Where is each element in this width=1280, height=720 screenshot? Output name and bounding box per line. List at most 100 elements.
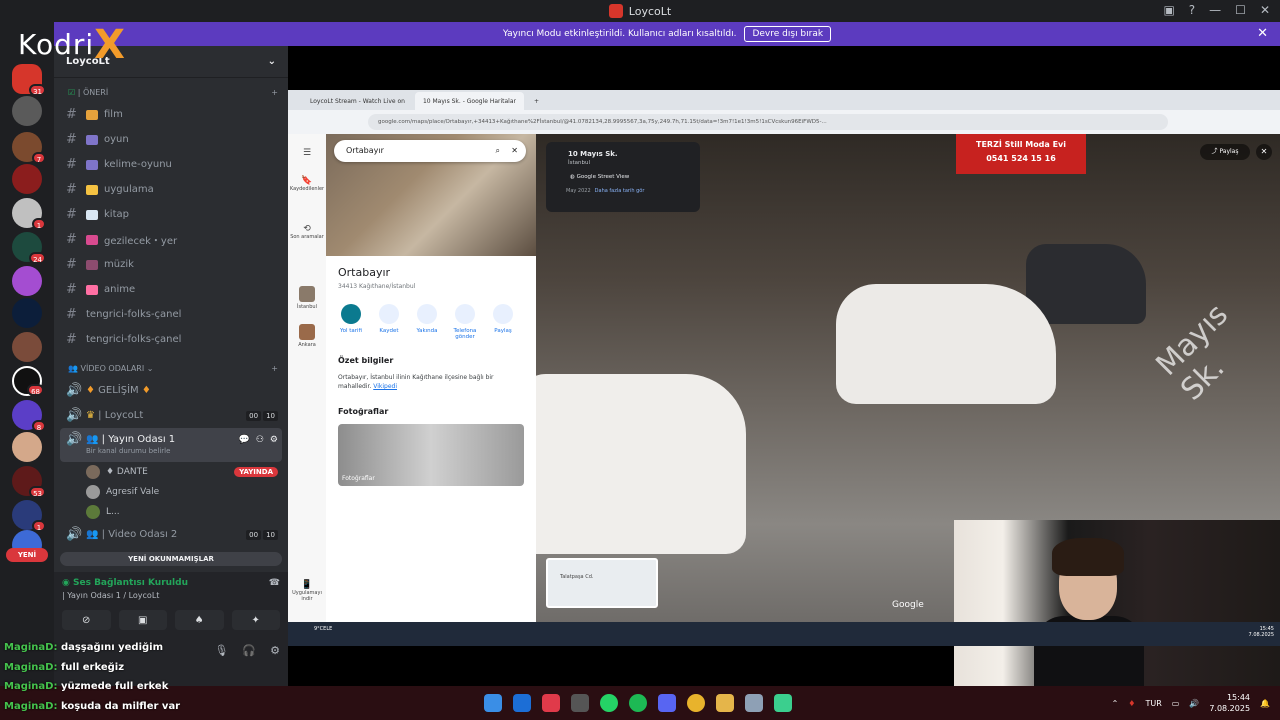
text-channel[interactable]: # oyun [54,127,288,152]
address-bar[interactable]: google.com/maps/place/Ortabayır,+34413+K… [368,114,1168,130]
help-icon[interactable]: ? [1189,3,1195,17]
download-app-item[interactable]: 📱 Uygulamayı indir [288,580,326,602]
volume-icon[interactable]: 🔊 [1189,699,1199,708]
channel-name: tengrici-folks-çanel [86,309,182,320]
network-icon[interactable]: ▭ [1172,699,1180,708]
soundboard-button[interactable]: ✦ [231,610,280,630]
server-icon[interactable] [12,298,42,328]
server-icon[interactable]: 1 [12,500,46,532]
text-channel[interactable]: # tengrici-folks-çanel [54,327,288,352]
maps-action-button[interactable]: Paylaş [488,304,518,340]
voice-channel-yayin-odasi[interactable]: 🔊 👥 | Yayın Odası 1 💬 ⚇ ⚙ Bir kanal duru… [60,428,282,462]
maps-action-button[interactable]: Kaydet [374,304,404,340]
maps-action-button[interactable]: Telefona gönder [450,304,480,340]
new-pill[interactable]: YENİ [6,548,48,562]
channel-status[interactable]: Bir kanal durumu belirle [66,447,282,455]
share-button[interactable]: ⤴ Paylaş [1200,144,1250,160]
new-unreads-bar[interactable]: YENİ OKUNMAMIŞLAR [60,552,282,566]
language-indicator[interactable]: TUR [1145,699,1161,708]
voice-user[interactable]: L... [54,502,288,522]
clear-icon[interactable]: ✕ [511,140,518,162]
browser-tab-active[interactable]: 10 Mayıs Sk. - Google Haritalar [414,92,524,110]
windows-start-icon[interactable] [484,694,502,712]
server-icon[interactable] [12,164,42,194]
photos-thumbnail[interactable]: Fotoğraflar [338,424,524,486]
text-channel[interactable]: # uygulama [54,177,288,202]
voice-channel-gelisim[interactable]: 🔊 ♦ GELİŞİM ♦ [54,378,288,403]
spotify-icon[interactable] [629,694,647,712]
server-icon[interactable] [12,266,42,296]
activity-button[interactable]: ♠ [175,610,224,630]
voice-user[interactable]: Agresif Vale [54,482,288,502]
text-channel[interactable]: # film [54,102,288,127]
tray-app-icon[interactable]: ♦ [1128,699,1135,708]
stream-view[interactable]: LoycoLt Stream - Watch Live on 10 Mayıs … [288,46,1280,710]
server-icon[interactable] [12,332,42,362]
recent-item[interactable]: ⟲ Son aramalar [288,224,326,240]
file-explorer-icon[interactable] [716,694,734,712]
more-dates-link[interactable]: Daha fazla tarih gör [595,188,645,194]
notifications-icon[interactable]: 🔔 [1260,699,1270,708]
saved-item[interactable]: 🔖 Kaydedilenler [288,176,326,192]
discord-icon[interactable] [658,694,676,712]
screen-share-button[interactable]: ▣ [118,610,167,630]
new-tab-icon[interactable]: + [526,92,547,110]
banner-close-icon[interactable]: ✕ [1257,26,1268,41]
add-channel-icon[interactable]: + [271,364,278,373]
category-oneri[interactable]: ☑ | ÖNERİ + [54,82,288,102]
istanbul-item[interactable]: İstanbul [288,286,326,310]
server-icon[interactable] [12,432,42,462]
minimize-button[interactable]: — [1209,3,1221,17]
outlook-icon[interactable] [513,694,531,712]
chevron-down-icon: ⌄ [267,56,276,67]
ankara-item[interactable]: Ankara [288,324,326,348]
whatsapp-icon[interactable] [600,694,618,712]
disconnect-icon[interactable]: ☎ [269,578,280,588]
camera-off-button[interactable]: ⊘ [62,610,111,630]
voice-channel-loycolt[interactable]: 🔊 ♛ | LoycoLt 00 10 [54,403,288,428]
puzzle-app-icon[interactable] [542,694,560,712]
voice-location[interactable]: | Yayın Odası 1 / LoycoLt [62,591,280,600]
text-channel[interactable]: # kitap [54,202,288,227]
server-icon[interactable]: 24 [12,232,46,264]
server-icon[interactable] [12,96,42,126]
maps-search-input[interactable]: Ortabayır ⌕ ✕ [334,140,526,162]
disable-streamer-mode-button[interactable]: Devre dışı bırak [744,26,832,42]
wikipedia-link[interactable]: Vikipedi [373,383,397,390]
voice-status[interactable]: Ses Bağlantısı Kuruldu [73,578,188,588]
tray-expand-icon[interactable]: ⌃ [1112,699,1119,708]
app-icon[interactable] [774,694,792,712]
chatgpt-icon[interactable] [571,694,589,712]
server-icon[interactable]: 53 [12,466,46,498]
calculator-icon[interactable] [745,694,763,712]
maximize-button[interactable]: ☐ [1235,3,1246,17]
text-channel[interactable]: # müzik [54,252,288,277]
voice-user[interactable]: ♦ DANTE YAYINDA [54,462,288,482]
close-icon[interactable]: ✕ [1256,144,1272,160]
chrome-icon[interactable] [687,694,705,712]
add-channel-icon[interactable]: + [271,88,278,97]
invite-icon[interactable]: ⚇ [256,435,264,445]
category-video[interactable]: 👥 VİDEO ODALARI ⌄ + [54,358,288,378]
text-channel[interactable]: # kelime-oyunu [54,152,288,177]
close-button[interactable]: ✕ [1260,3,1270,17]
server-icon[interactable]: 7 [12,132,46,164]
search-icon[interactable]: ⌕ [496,140,500,162]
text-channel[interactable]: # anime [54,277,288,302]
maps-action-button[interactable]: Yakında [412,304,442,340]
text-channel[interactable]: # tengrici-folks-çanel [54,302,288,327]
inbox-icon[interactable]: ▣ [1163,3,1174,17]
text-channel[interactable]: # gezilecek・yer [54,227,288,252]
browser-tab[interactable]: LoycoLt Stream - Watch Live on [302,92,413,110]
settings-gear-icon[interactable]: ⚙ [270,435,278,445]
system-clock[interactable]: 15:44 7.08.2025 [1209,692,1250,714]
menu-icon[interactable]: ☰ [288,148,326,158]
chat-icon[interactable]: 💬 [239,435,250,445]
server-loycolt[interactable]: 31 [12,64,46,96]
server-icon[interactable]: 1 [12,198,46,230]
server-icon[interactable]: 68 [12,366,44,396]
minimap[interactable]: Talatpaşa Cd. [546,558,658,608]
voice-channel-video-2[interactable]: 🔊 👥 | Video Odası 2 00 10 [54,522,288,547]
maps-action-button[interactable]: Yol tarifi [336,304,366,340]
server-icon[interactable]: 8 [12,400,46,432]
